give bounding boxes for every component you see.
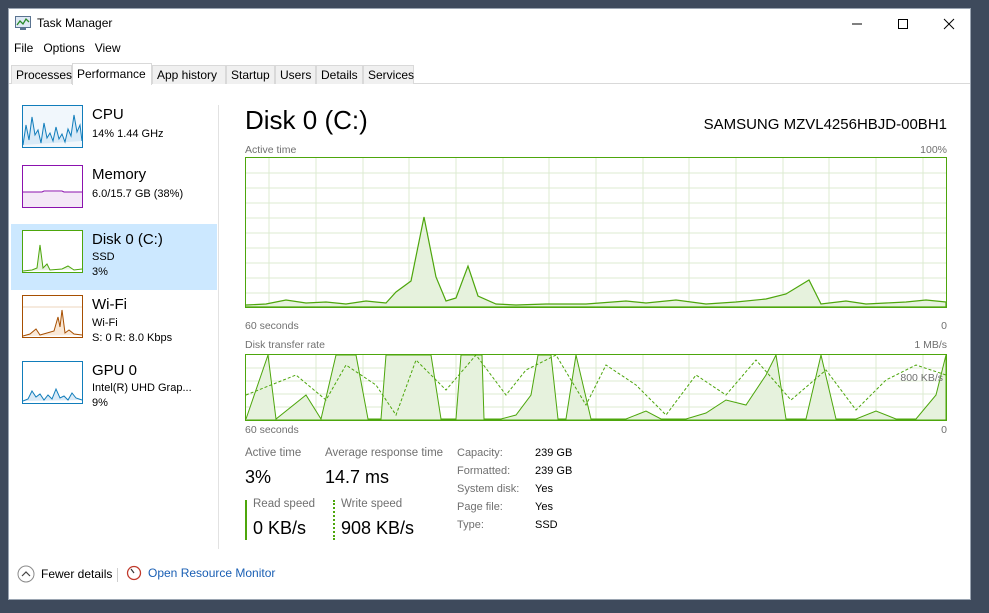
sidebar-item-title: GPU 0 — [92, 362, 138, 379]
disk-thumbnail-graph — [22, 230, 83, 273]
cpu-thumbnail-graph — [22, 105, 83, 148]
read-speed-label: Read speed — [253, 498, 316, 510]
task-manager-icon — [15, 16, 31, 30]
property-label: Page file: — [457, 501, 503, 513]
read-speed-value: 0 KB/s — [253, 518, 307, 538]
open-resource-monitor-link[interactable]: Open Resource Monitor — [126, 565, 275, 581]
maximize-icon — [898, 19, 908, 29]
avg-response-value: 14.7 ms — [325, 467, 390, 487]
menu-bar: File Options View — [9, 39, 126, 59]
tab-details[interactable]: Details — [316, 65, 363, 84]
title-bar: Task Manager — [9, 9, 970, 39]
sidebar-item-sub: Wi-Fi — [92, 317, 118, 329]
sidebar-item-sub: Intel(R) UHD Grap... — [92, 382, 192, 394]
page-title: Disk 0 (C:) — [245, 105, 368, 135]
active-time-stat-label: Active time — [245, 447, 302, 459]
tab-strip: Processes Performance App history Startu… — [9, 63, 970, 85]
write-speed-indicator — [333, 500, 335, 540]
active-time-graph — [245, 157, 947, 308]
sidebar-item-title: Disk 0 (C:) — [92, 231, 163, 248]
transfer-rate-graph-max: 1 MB/s — [914, 339, 947, 351]
property-value: Yes — [535, 483, 553, 495]
sidebar-item-sub2: 3% — [92, 266, 108, 278]
fewer-details-label: Fewer details — [41, 567, 113, 581]
transfer-rate-graph-label: Disk transfer rate — [245, 339, 325, 351]
sidebar-item-sub2: S: 0 R: 8.0 Kbps — [92, 332, 173, 344]
memory-thumbnail-graph — [22, 165, 83, 208]
chevron-up-icon — [17, 565, 35, 583]
menu-view[interactable]: View — [90, 39, 126, 59]
task-manager-window: Task Manager File Options View Processes… — [8, 8, 971, 600]
sidebar-item-title: Memory — [92, 166, 147, 183]
active-time-graph-min: 0 — [941, 320, 947, 332]
active-time-graph-time: 60 seconds — [245, 320, 299, 332]
resource-monitor-icon — [126, 565, 142, 581]
fewer-details-button[interactable]: Fewer details — [17, 565, 112, 583]
active-time-stat-value: 3% — [245, 467, 272, 487]
close-button[interactable] — [926, 9, 972, 39]
property-label: Formatted: — [457, 465, 511, 477]
property-value: Yes — [535, 501, 553, 513]
active-time-graph-label: Active time — [245, 144, 297, 156]
menu-options[interactable]: Options — [38, 39, 89, 59]
minimize-icon — [852, 23, 862, 25]
transfer-rate-mid-label: 800 KB/s — [900, 372, 943, 384]
property-label: Capacity: — [457, 447, 503, 459]
sidebar-item-sub: SSD — [92, 251, 115, 263]
write-speed-label: Write speed — [341, 498, 403, 510]
avg-response-label: Average response time — [325, 447, 444, 459]
footer-divider — [117, 568, 118, 582]
sidebar-item-title: Wi-Fi — [92, 296, 127, 313]
gpu-thumbnail-graph — [22, 361, 83, 404]
sidebar-item-wifi[interactable]: Wi-Fi Wi-Fi S: 0 R: 8.0 Kbps — [11, 289, 217, 355]
minimize-button[interactable] — [834, 9, 880, 39]
footer-bar: Fewer details Open Resource Monitor — [9, 564, 970, 590]
tab-performance[interactable]: Performance — [72, 63, 152, 85]
property-value: 239 GB — [535, 447, 573, 459]
sidebar-item-sub: 6.0/15.7 GB (38%) — [92, 188, 184, 200]
tab-startup[interactable]: Startup — [226, 65, 275, 84]
disk-detail-panel: Disk 0 (C:) SAMSUNG MZVL4256HBJD-00BH1 A… — [245, 99, 947, 540]
transfer-rate-graph-plot — [245, 353, 947, 421]
sidebar-item-gpu[interactable]: GPU 0 Intel(R) UHD Grap... 9% — [11, 355, 217, 421]
sidebar-item-memory[interactable]: Memory 6.0/15.7 GB (38%) — [11, 159, 217, 225]
maximize-button[interactable] — [880, 9, 926, 39]
transfer-rate-graph — [245, 353, 947, 421]
property-label: Type: — [457, 519, 484, 531]
disk-model: SAMSUNG MZVL4256HBJD-00BH1 — [703, 116, 947, 133]
sidebar-item-cpu[interactable]: CPU 14% 1.44 GHz — [11, 99, 217, 165]
sidebar-item-disk[interactable]: Disk 0 (C:) SSD 3% — [11, 224, 217, 290]
sidebar-divider — [218, 105, 219, 549]
active-time-graph-max: 100% — [920, 144, 947, 156]
tab-services[interactable]: Services — [363, 65, 414, 84]
read-speed-indicator — [245, 500, 247, 540]
transfer-rate-graph-min: 0 — [941, 424, 947, 436]
tab-app-history[interactable]: App history — [152, 65, 226, 84]
close-icon — [943, 18, 955, 30]
property-label: System disk: — [457, 483, 520, 495]
property-value: 239 GB — [535, 465, 573, 477]
sidebar-item-title: CPU — [92, 106, 124, 123]
property-value: SSD — [535, 519, 558, 531]
sidebar-item-sub: 14% 1.44 GHz — [92, 128, 164, 140]
sidebar-item-sub2: 9% — [92, 397, 108, 409]
wifi-thumbnail-graph — [22, 295, 83, 338]
write-speed-value: 908 KB/s — [341, 518, 415, 538]
transfer-rate-graph-time: 60 seconds — [245, 424, 299, 436]
tab-users[interactable]: Users — [275, 65, 316, 84]
open-resource-monitor-label: Open Resource Monitor — [148, 566, 276, 580]
menu-file[interactable]: File — [9, 39, 38, 59]
tab-processes[interactable]: Processes — [11, 65, 72, 84]
window-title: Task Manager — [37, 16, 113, 30]
active-time-graph-plot — [245, 158, 947, 308]
